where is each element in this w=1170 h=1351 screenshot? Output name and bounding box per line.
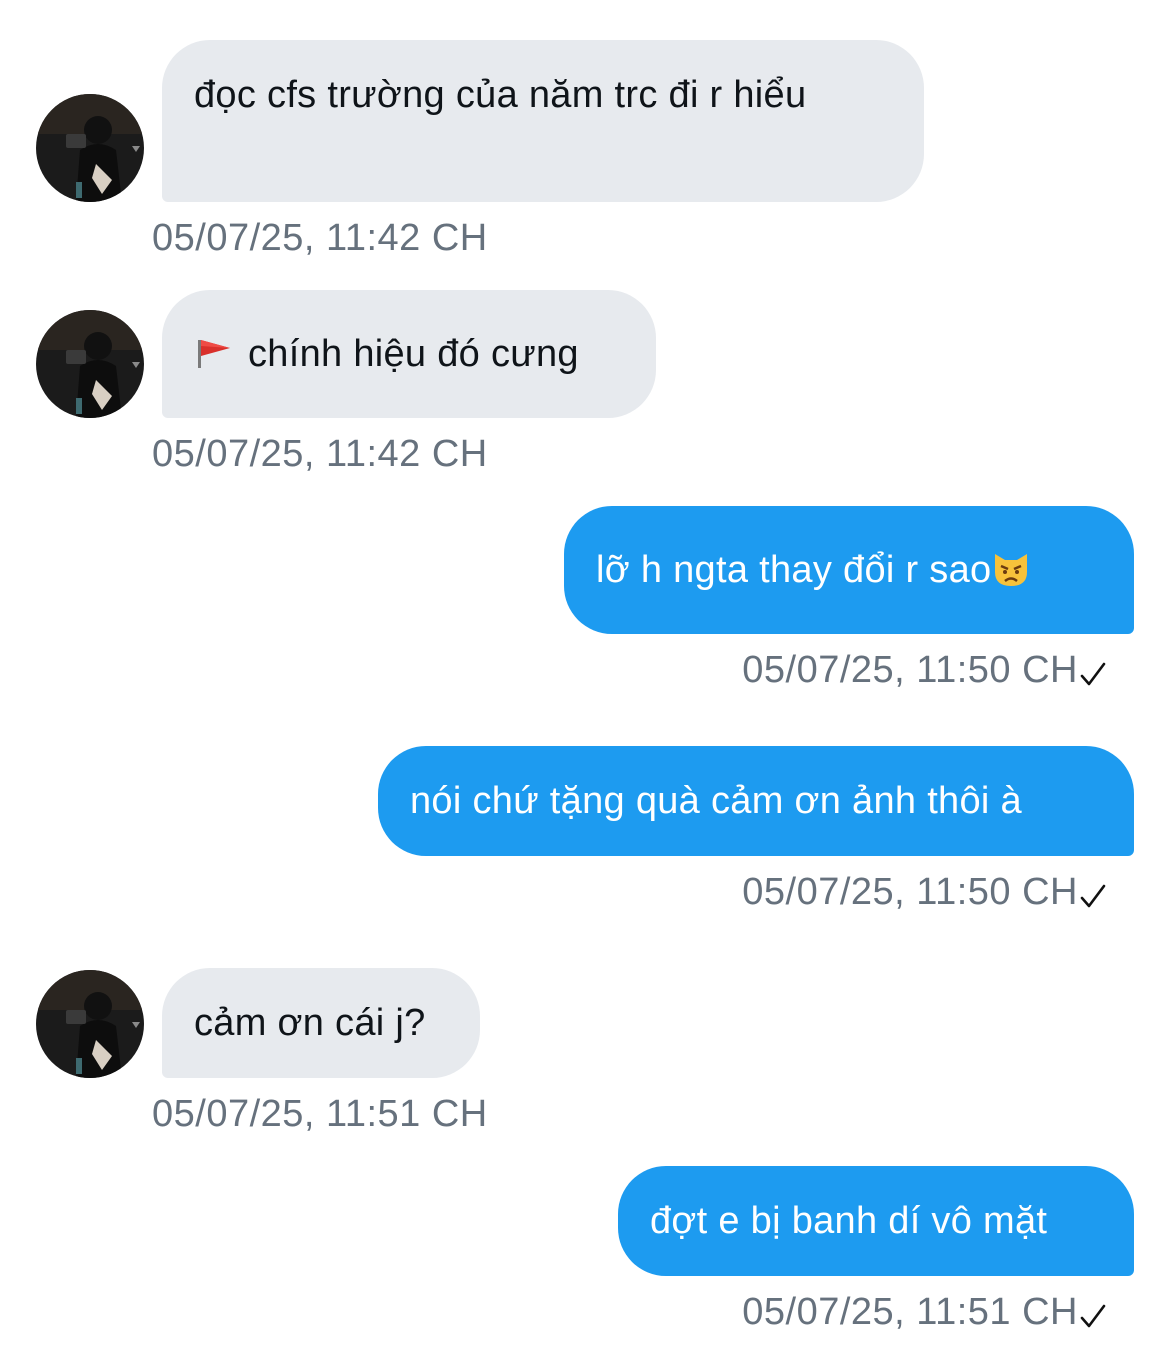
message-text: chính hiệu đó cưng [248,333,579,375]
message-timestamp: 05/07/25, 11:42 CH [152,217,488,259]
avatar-image [36,94,144,202]
message-timestamp: 05/07/25, 11:50 CH [742,649,1078,691]
outgoing-message-bubble[interactable]: đợt e bị banh dí vô mặt [618,1166,1134,1276]
checkmark-icon [1080,884,1106,908]
message-text: đọc cfs trường của năm trc đi r hiểu [194,74,807,116]
message-text: đợt e bị banh dí vô mặt [650,1200,1048,1242]
sender-avatar[interactable] [36,970,144,1078]
incoming-message-bubble[interactable]: đọc cfs trường của năm trc đi r hiểu [162,40,924,202]
checkmark-icon [1080,1304,1106,1328]
sender-avatar[interactable] [36,310,144,418]
outgoing-message-bubble[interactable]: lỡ h ngta thay đổi r sao [564,506,1134,634]
message-timestamp: 05/07/25, 11:51 CH [742,1291,1078,1333]
sender-avatar[interactable] [36,94,144,202]
message-text: nói chứ tặng quà cảm ơn ảnh thôi à [410,780,1022,822]
outgoing-message-bubble[interactable]: nói chứ tặng quà cảm ơn ảnh thôi à [378,746,1134,856]
message-timestamp: 05/07/25, 11:51 CH [152,1093,488,1135]
message-text: cảm ơn cái j? [194,1002,426,1044]
pouting-cat-icon [995,554,1028,586]
incoming-message-bubble[interactable]: chính hiệu đó cưng [162,290,656,418]
red-flag-icon [198,340,230,368]
avatar-image [36,970,144,1078]
message-text: lỡ h ngta thay đổi r sao [596,549,992,591]
message-timestamp: 05/07/25, 11:42 CH [152,433,488,475]
avatar-image [36,310,144,418]
checkmark-icon [1080,662,1106,686]
message-timestamp: 05/07/25, 11:50 CH [742,871,1078,913]
incoming-message-bubble[interactable]: cảm ơn cái j? [162,968,480,1078]
